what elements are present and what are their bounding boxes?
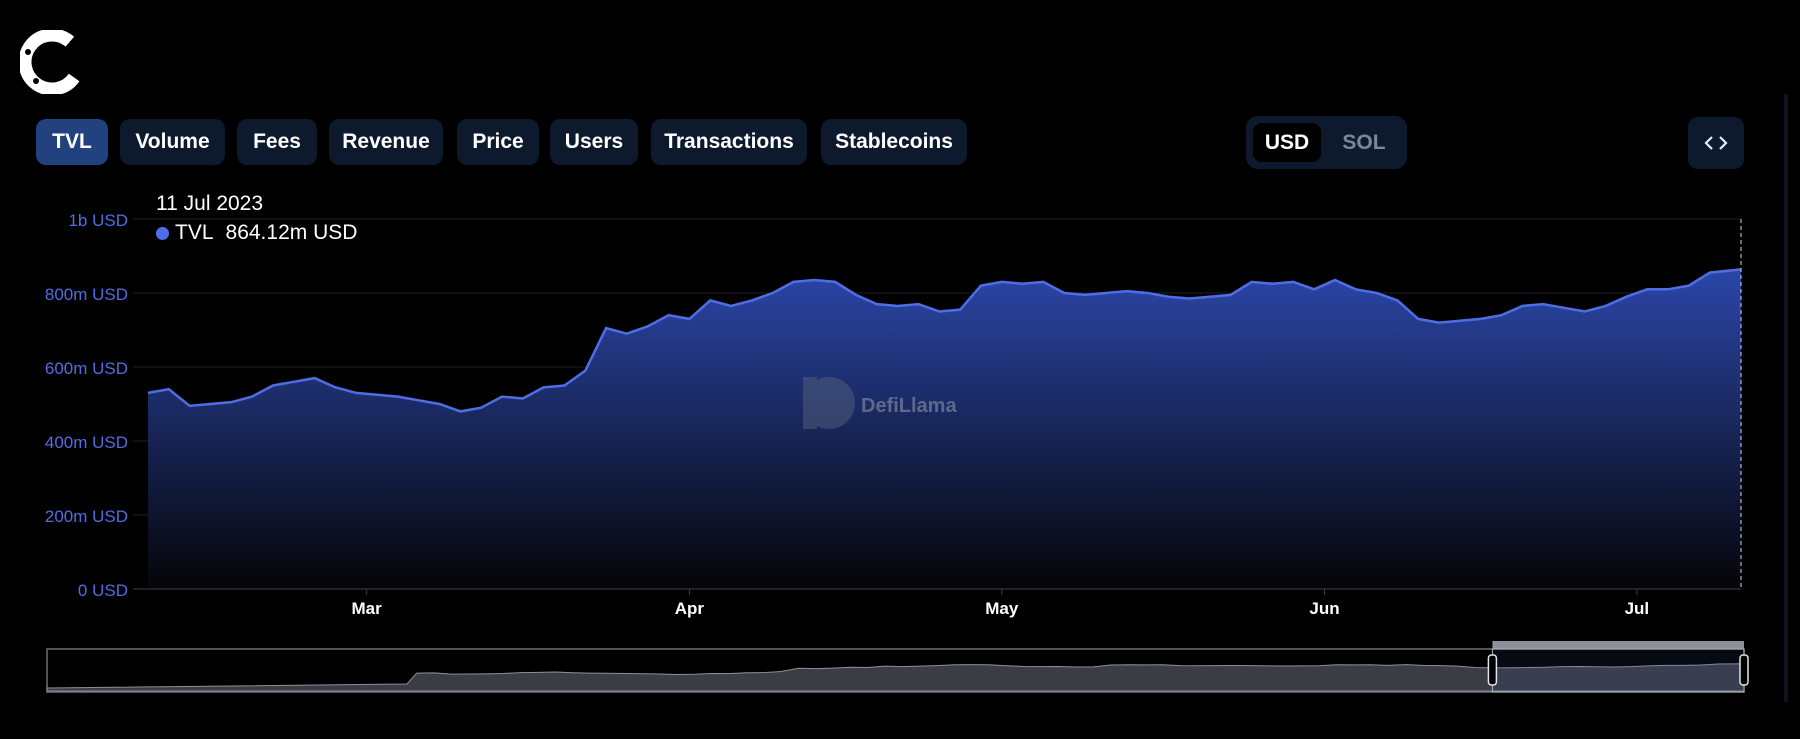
tooltip-series-name: TVL: [175, 221, 214, 244]
x-tick-label: Mar: [352, 599, 383, 618]
x-tick-label: May: [985, 599, 1019, 618]
defillama-watermark: [803, 377, 855, 429]
range-selection-bar[interactable]: [1492, 641, 1744, 649]
tooltip-series-dot: [156, 226, 169, 240]
x-tick-label: Apr: [675, 599, 705, 618]
x-tick-label: Jun: [1309, 599, 1339, 618]
x-tick-label: Jul: [1625, 599, 1650, 618]
tooltip-date: 11 Jul 2023: [156, 192, 264, 215]
watermark-text: DefiLlama: [861, 395, 957, 417]
y-tick-label: 600m USD: [45, 359, 128, 378]
range-selection[interactable]: [1491, 648, 1745, 693]
y-tick-label: 0 USD: [78, 581, 128, 600]
tvl-area-chart[interactable]: 0 USD 200m USD 400m USD 600m USD 800m USD 1b …: [14, 94, 1784, 702]
tooltip-value: 864.12m USD: [225, 221, 358, 244]
chart-panel: TVL Volume Fees Revenue Price Users Transactio…: [14, 94, 1788, 702]
y-tick-label: 400m USD: [45, 433, 128, 452]
c-logo-icon: [20, 30, 84, 94]
range-handle-right[interactable]: [1739, 654, 1749, 686]
y-tick-label: 800m USD: [45, 285, 128, 304]
y-tick-label: 1b USD: [68, 211, 128, 230]
tooltip-row: TVL 864.12m USD: [156, 221, 357, 245]
tvl-area: [148, 269, 1741, 589]
range-handle-left[interactable]: [1487, 654, 1498, 686]
y-tick-label: 200m USD: [45, 507, 128, 526]
